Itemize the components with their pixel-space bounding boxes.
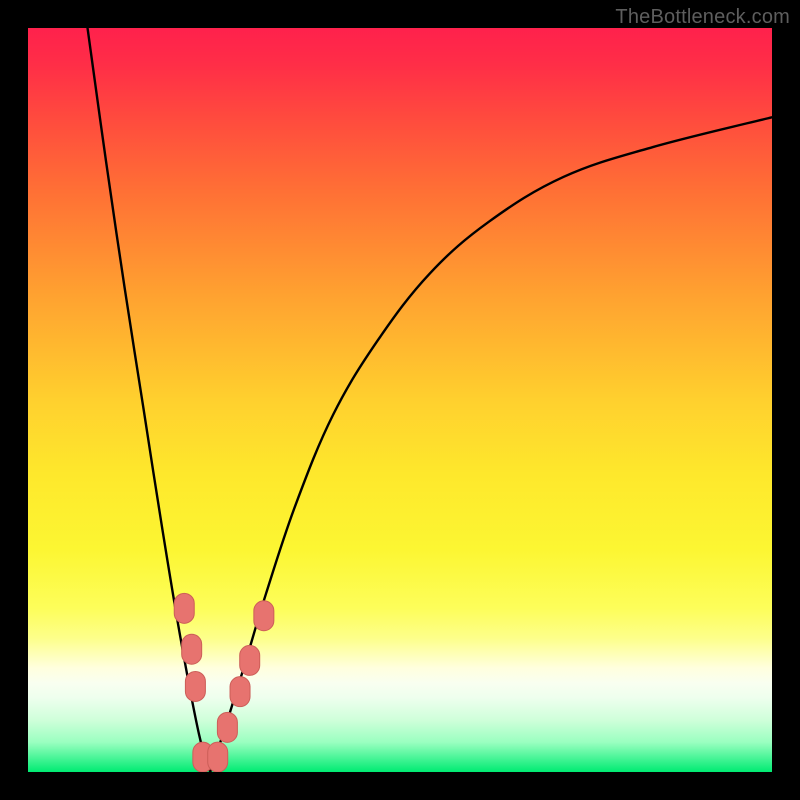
data-marker <box>230 677 250 707</box>
data-marker <box>182 634 202 664</box>
curve-right-branch <box>210 117 772 772</box>
marker-group <box>174 593 274 772</box>
data-marker <box>240 645 260 675</box>
chart-frame: TheBottleneck.com <box>0 0 800 800</box>
data-marker <box>254 601 274 631</box>
data-marker <box>217 712 237 742</box>
plot-area <box>28 28 772 772</box>
watermark-label: TheBottleneck.com <box>615 6 790 29</box>
data-marker <box>174 593 194 623</box>
data-marker <box>208 742 228 772</box>
chart-overlay <box>28 28 772 772</box>
data-marker <box>185 671 205 701</box>
